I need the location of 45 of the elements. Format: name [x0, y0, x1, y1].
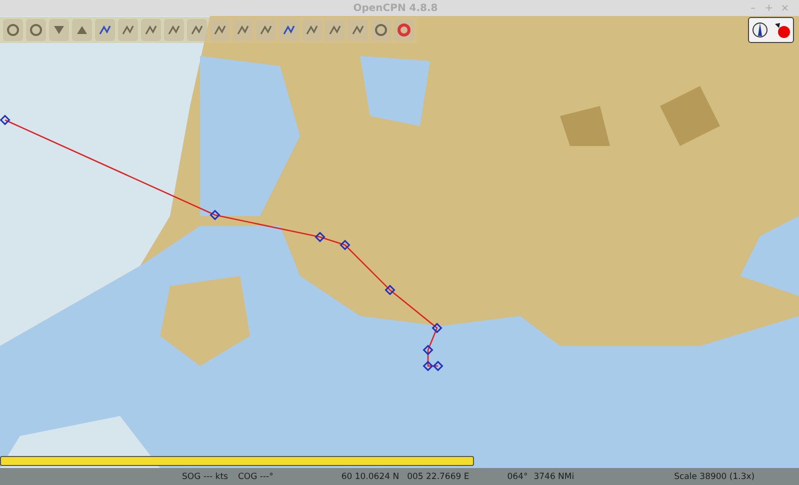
toolbar-button[interactable] — [210, 19, 230, 41]
toolbar-button[interactable] — [141, 19, 161, 41]
window-control[interactable]: – — [745, 2, 761, 14]
lake-area — [360, 56, 430, 126]
lifebuoy-icon — [397, 23, 411, 37]
toolbar-button[interactable] — [279, 19, 299, 41]
window-control[interactable]: + — [761, 2, 777, 14]
toolbar-button[interactable] — [95, 19, 115, 41]
sog-text: SOG --- kts — [182, 472, 228, 482]
toolbar-button[interactable] — [302, 19, 322, 41]
bearing-text: 064° — [507, 472, 528, 482]
toolbar-button[interactable] — [371, 19, 391, 41]
toolbar-button[interactable] — [118, 19, 138, 41]
chart-bar[interactable] — [0, 456, 474, 466]
waypoint-marker[interactable] — [384, 284, 396, 296]
longitude-text: 005 22.7669 E — [407, 472, 470, 482]
toolbar-button[interactable] — [164, 19, 184, 41]
waypoint-marker[interactable] — [422, 344, 434, 356]
waypoint-marker[interactable] — [0, 114, 10, 126]
toolbar-button[interactable] — [26, 19, 46, 41]
compass-icon — [752, 21, 768, 39]
built-up-area — [660, 86, 720, 146]
toolbar-button[interactable] — [325, 19, 345, 41]
distance-text: 3746 NMi — [534, 472, 574, 482]
gps-status-icon — [772, 21, 790, 39]
waypoint-marker[interactable] — [314, 232, 326, 242]
toolbar-button[interactable] — [348, 19, 368, 41]
scale-text: Scale 38900 (1.3x) — [674, 472, 755, 482]
waypoint-marker[interactable] — [340, 240, 350, 250]
cog-text: COG ---° — [238, 472, 274, 482]
built-up-area — [560, 106, 610, 146]
latitude-text: 60 10.0624 N — [341, 472, 400, 482]
waypoint-marker[interactable] — [210, 210, 220, 220]
toolbar-button[interactable] — [3, 19, 23, 41]
toolbar-button[interactable] — [394, 19, 414, 41]
toolbar-button[interactable] — [187, 19, 207, 41]
compass-widget[interactable] — [748, 17, 794, 43]
toolbar-button[interactable] — [256, 19, 276, 41]
waypoint-marker[interactable] — [422, 360, 434, 372]
toolbar-button[interactable] — [49, 19, 69, 41]
waypoint-marker[interactable] — [432, 360, 444, 372]
toolbar-button[interactable] — [233, 19, 253, 41]
waypoint-marker[interactable] — [432, 322, 442, 334]
toolbar-button[interactable] — [72, 19, 92, 41]
window-control[interactable]: × — [777, 2, 793, 14]
